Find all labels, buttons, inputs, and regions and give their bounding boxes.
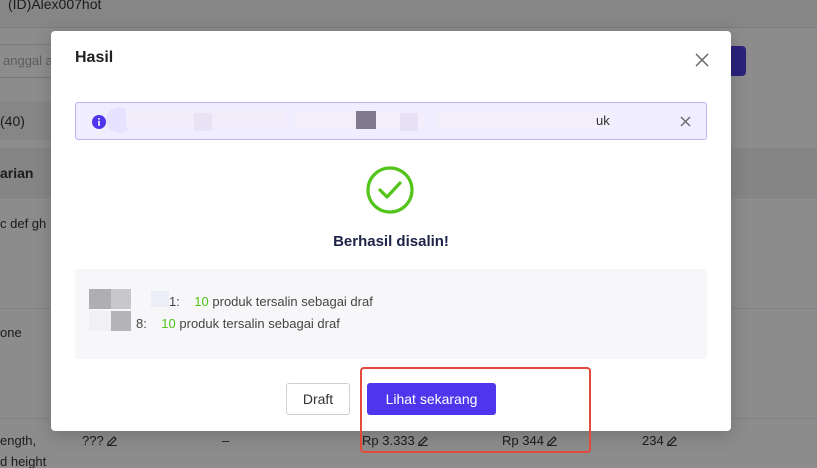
redaction-block xyxy=(111,289,131,309)
result-count: 10 xyxy=(161,316,176,331)
annotation-highlight xyxy=(360,367,591,453)
close-icon[interactable] xyxy=(693,51,711,69)
result-summary: 1: 10 produk tersalin sebagai draf 8: 10… xyxy=(75,269,707,359)
close-icon[interactable] xyxy=(680,116,691,127)
result-label: 1: xyxy=(169,294,180,309)
result-label: 8: xyxy=(136,316,147,331)
result-text: produk tersalin sebagai draf xyxy=(212,294,373,309)
redaction-block xyxy=(434,111,614,129)
redaction-block xyxy=(194,113,212,131)
redaction-block xyxy=(89,289,111,309)
alert-message-tail: uk xyxy=(596,113,610,128)
redaction-block xyxy=(89,311,111,331)
draft-button[interactable]: Draft xyxy=(286,383,350,415)
result-text: produk tersalin sebagai draf xyxy=(179,316,340,331)
redaction-block xyxy=(400,113,418,131)
result-line: 8: 10 produk tersalin sebagai draf xyxy=(136,316,340,331)
redaction-block xyxy=(151,291,169,307)
success-message: Berhasil disalin! xyxy=(333,233,449,250)
dialog-title: Hasil xyxy=(75,49,114,66)
result-count: 10 xyxy=(194,294,209,309)
redaction-block xyxy=(356,111,376,129)
info-alert: uk xyxy=(75,102,707,140)
result-line: 1: 10 produk tersalin sebagai draf xyxy=(169,294,373,309)
check-circle-icon xyxy=(366,166,414,214)
info-icon xyxy=(92,115,106,129)
redaction-block xyxy=(111,311,131,331)
